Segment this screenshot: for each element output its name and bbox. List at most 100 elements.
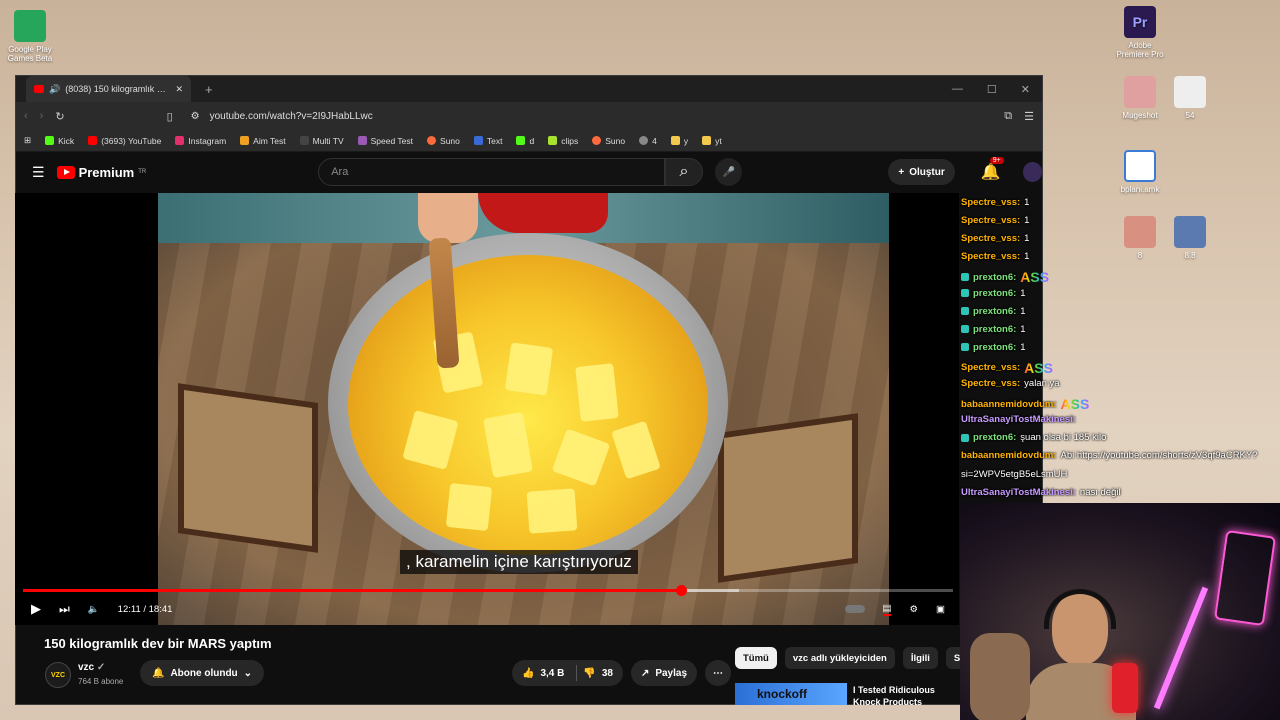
- recommendation-title[interactable]: I Tested Ridiculous Knock Products: [853, 684, 963, 706]
- forward-icon[interactable]: ›: [40, 110, 44, 122]
- menu-icon[interactable]: ☰: [1024, 110, 1034, 123]
- bookmark-speedtest[interactable]: Speed Test: [357, 135, 414, 146]
- minimize-icon[interactable]: —: [952, 83, 963, 96]
- bookmark-suno[interactable]: Suno: [427, 136, 460, 146]
- chat-message: prexton6: 1: [961, 324, 1026, 335]
- bookmark-label: Suno: [605, 135, 626, 146]
- chat-text: 1: [1020, 323, 1026, 335]
- site-settings-icon[interactable]: ⚙: [191, 111, 200, 122]
- chunk: [504, 342, 554, 396]
- watch-image-icon[interactable]: 54: [1160, 76, 1220, 120]
- bookmark-icon[interactable]: ▯: [167, 110, 173, 123]
- chip-from-uploader[interactable]: vzc adlı yükleyiciden: [784, 647, 895, 669]
- suno-icon: [592, 136, 602, 145]
- bookmark-label: clips: [561, 135, 579, 146]
- bookmark-text[interactable]: Text: [473, 136, 502, 146]
- new-tab-icon[interactable]: +: [205, 82, 213, 97]
- chip-related[interactable]: İlgili: [902, 647, 938, 669]
- create-button[interactable]: + Oluştur: [888, 159, 955, 185]
- avatar[interactable]: [1022, 162, 1042, 182]
- instagram-icon: [175, 136, 185, 145]
- chat-text: 1: [1020, 305, 1026, 317]
- google-play-games-icon[interactable]: Google Play Games Beta: [0, 10, 60, 63]
- chat-text: 1: [1024, 233, 1030, 245]
- close-tab-icon[interactable]: ✕: [175, 84, 183, 95]
- next-icon[interactable]: ⏭: [59, 602, 70, 617]
- share-button[interactable]: ↗ Paylaş: [630, 660, 698, 686]
- notifications-button[interactable]: 🔔 9+: [981, 157, 1004, 182]
- light-bar: [1153, 586, 1209, 710]
- chat-emote: ASS: [1024, 359, 1053, 376]
- reload-icon[interactable]: ↻: [55, 110, 64, 123]
- chat-username: prexton6:: [973, 305, 1017, 317]
- youtube-header: ☰ Premium TR Ara ⌕ 🎤 + Oluştur 🔔 9+: [16, 152, 1042, 192]
- chat-message: prexton6: 1: [961, 288, 1026, 299]
- speedtest-icon: [357, 136, 367, 145]
- search-button[interactable]: ⌕: [664, 158, 704, 186]
- chunk: [526, 488, 578, 534]
- chat-message: prexton6: şuan olsa bi 185 kilo: [961, 432, 1106, 443]
- bookmark-aimtest[interactable]: Aim Test: [240, 136, 286, 146]
- maximize-icon[interactable]: ☐: [987, 83, 997, 96]
- channel-name[interactable]: vzc ✓: [78, 662, 105, 673]
- chat-message: Spectre_vss: 1: [961, 197, 1029, 208]
- voice-search-button[interactable]: 🎤: [715, 158, 743, 186]
- kick-icon: [516, 136, 526, 145]
- video-player[interactable]: , karamelin içine karıştırıyoruz ▶ ⏭ 🔈 1…: [15, 193, 959, 625]
- chunk: [445, 482, 493, 532]
- browser-tab[interactable]: 🔊 (8038) 150 kilogramlık dev bi ✕: [26, 76, 191, 102]
- bookmark-d[interactable]: d: [516, 136, 534, 146]
- bookmark-label: y: [683, 135, 689, 146]
- bookmark-label: Instagram: [188, 135, 227, 146]
- channel-name-text: vzc: [78, 662, 95, 673]
- more-actions-button[interactable]: ⋯: [705, 660, 732, 686]
- subscribe-button[interactable]: 🔔 Abone olundu ⌄: [140, 660, 265, 686]
- bookmark-label: Kick: [58, 135, 75, 146]
- autoplay-toggle[interactable]: [844, 605, 865, 613]
- chat-emote: ASS: [1020, 269, 1050, 286]
- extensions-icon[interactable]: ⧉: [1004, 110, 1012, 123]
- bookmark-multitv[interactable]: Multi TV: [299, 136, 344, 146]
- document-icon[interactable]: bplani.amk: [1110, 150, 1170, 194]
- play-icon[interactable]: ▶: [31, 601, 41, 617]
- bookmark-kick[interactable]: Kick: [45, 136, 74, 146]
- close-window-icon[interactable]: ✕: [1021, 83, 1030, 96]
- volume-icon[interactable]: 🔈: [88, 604, 100, 615]
- apps-icon[interactable]: ⊞: [24, 135, 31, 146]
- bookmark-4[interactable]: 4: [639, 136, 657, 146]
- chair: [970, 633, 1030, 720]
- like-button[interactable]: 👍 3,4 B 👎 38: [512, 660, 623, 686]
- hamburger-menu-icon[interactable]: ☰: [32, 164, 45, 181]
- notification-badge: 9+: [989, 157, 1004, 164]
- youtube-play-icon: [56, 165, 75, 179]
- search-input[interactable]: Ara: [318, 158, 665, 186]
- back-icon[interactable]: ‹: [24, 110, 28, 122]
- bookmark-folder-yt[interactable]: yt: [702, 136, 722, 146]
- address-bar[interactable]: ⚙ youtube.com/watch?v=2I9JHabLLwc: [185, 105, 993, 127]
- progress-bar[interactable]: [23, 585, 953, 596]
- bookmark-folder-y[interactable]: y: [670, 135, 689, 146]
- chat-message: Spectre_vss: 1: [961, 215, 1029, 226]
- bookmark-label: Speed Test: [370, 135, 414, 146]
- scrubber-handle[interactable]: [675, 585, 687, 596]
- bookmark-instagram[interactable]: Instagram: [175, 136, 226, 146]
- bookmark-suno[interactable]: Suno: [592, 136, 625, 146]
- miniplayer-icon[interactable]: ▣: [936, 604, 945, 615]
- recommendation-thumbnail[interactable]: knockoff: [735, 683, 847, 705]
- thumbs-down-icon[interactable]: 👎: [583, 668, 595, 679]
- chip-all[interactable]: Tümü: [735, 647, 777, 669]
- premiere-pro-icon[interactable]: Pr Adobe Premiere Pro: [1110, 6, 1170, 59]
- subtitle-caption: , karamelin içine karıştırıyoruz: [400, 550, 638, 574]
- chat-message: si=2WPV5etgB5eLsmUH: [961, 469, 1067, 480]
- chunk: [575, 363, 619, 422]
- share-icon: ↗: [640, 667, 650, 679]
- bookmark-youtube[interactable]: (3693) YouTube: [88, 136, 161, 146]
- bookmark-clips[interactable]: clips: [548, 136, 578, 146]
- channel-avatar[interactable]: VZC: [45, 662, 71, 688]
- captions-icon[interactable]: ▤: [882, 603, 892, 616]
- settings-gear-icon[interactable]: ⚙: [909, 604, 918, 615]
- youtube-logo[interactable]: Premium TR: [56, 165, 146, 180]
- url-text: youtube.com/watch?v=2I9JHabLLwc: [209, 110, 373, 122]
- video-actions: 👍 3,4 B 👎 38 ↗ Paylaş ⋯: [512, 660, 732, 686]
- chat-username: UltraSanayiTostMakinesi:: [961, 486, 1076, 498]
